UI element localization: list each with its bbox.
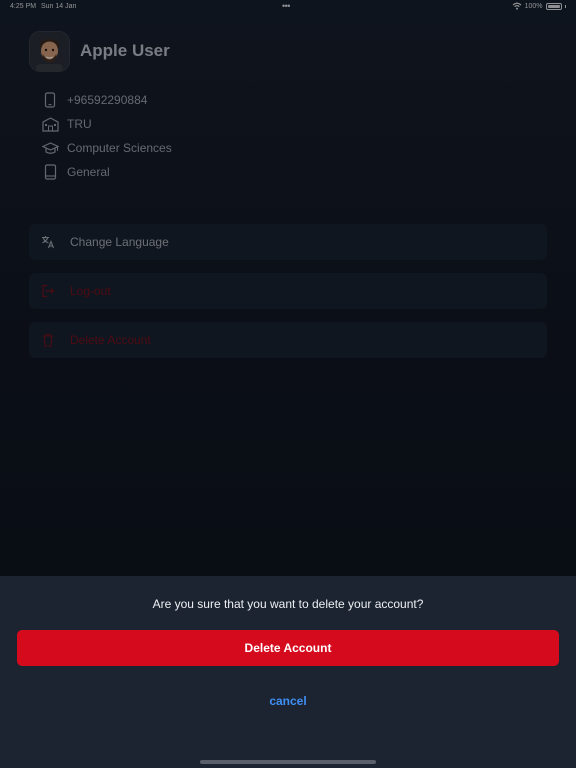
confirm-question: Are you sure that you want to delete you…: [152, 597, 424, 611]
home-indicator[interactable]: [200, 760, 376, 764]
cancel-button[interactable]: cancel: [0, 694, 576, 708]
confirm-delete-button[interactable]: Delete Account: [17, 630, 559, 666]
